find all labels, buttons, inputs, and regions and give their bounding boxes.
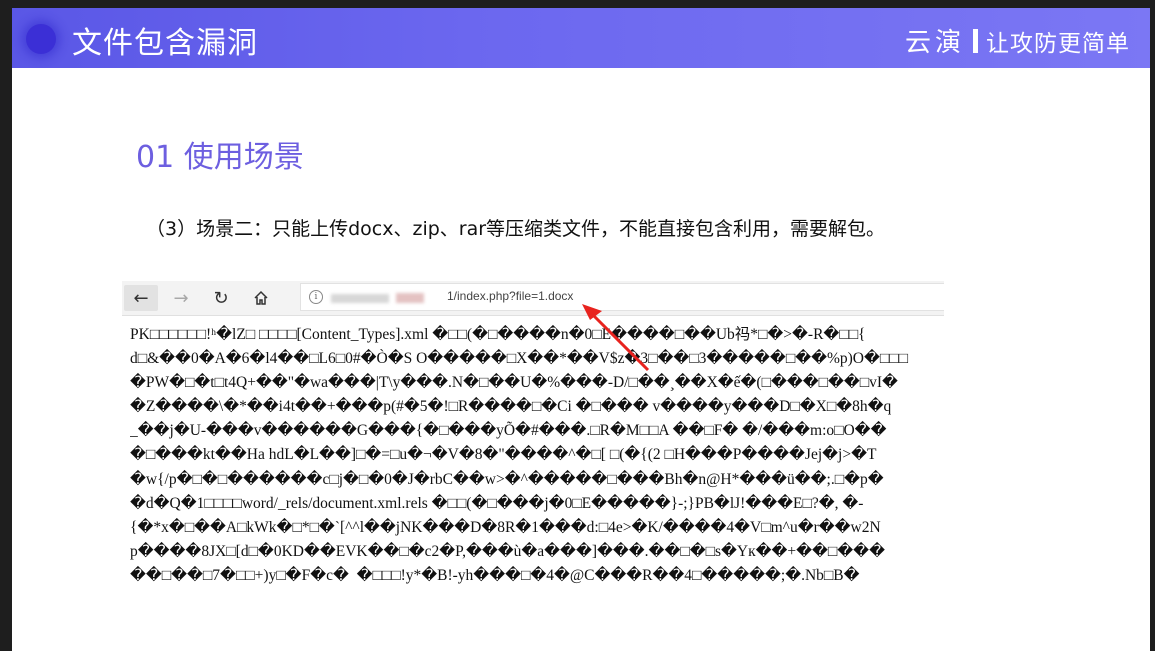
content-line: �□���kt��Ha hdL�L��]□�=□u�¬�V�8�"����^�□… bbox=[130, 446, 877, 464]
section-title: 01 使用场景 bbox=[136, 140, 304, 175]
content-line: p����8JX□[d□�0KD��EVK��□�c2�P,���ù�a���]… bbox=[130, 542, 885, 560]
forward-arrow-icon[interactable]: → bbox=[164, 285, 198, 311]
header-dot-icon bbox=[26, 24, 56, 54]
address-bar[interactable]: i 1/index.php?file=1.docx bbox=[300, 283, 944, 311]
content-line: PK□□□□□□!ʰ�lZ□ □□□□[Content_Types].xml �… bbox=[130, 326, 866, 343]
slide: 文件包含漏洞 云演 让攻防更简单 01 使用场景 （3）场景二：只能上传docx… bbox=[12, 8, 1150, 651]
content-line: d□&��0�A�6�l4��□L6□0#�Ò�S O�����□X��*��V… bbox=[130, 350, 908, 368]
content-line: �PW�□�t□t4Q+��"�wa���|T\y���.N�□��U�%���… bbox=[130, 374, 898, 392]
redacted-host-part bbox=[396, 293, 424, 303]
content-line: �w{/p�□�□������c□j�□�0�J�rbC��w>�^�����□… bbox=[130, 470, 884, 488]
reload-icon[interactable]: ↻ bbox=[204, 285, 238, 311]
content-line: ��□��□7�□□+)y□�F�c� �□□□!y*�B!-yh���□�4�… bbox=[130, 566, 860, 584]
content-line: _��j�U-���v������G���{�□���yÕ�#���.□R�M□… bbox=[130, 422, 887, 440]
back-arrow-icon[interactable]: ← bbox=[124, 285, 158, 311]
page-content: PK□□□□□□!ʰ�lZ□ □□□□[Content_Types].xml �… bbox=[130, 323, 944, 588]
brand-divider bbox=[973, 28, 978, 53]
slide-header: 文件包含漏洞 云演 让攻防更简单 bbox=[12, 8, 1150, 68]
content-line: �d�Q�1□□□□word/_rels/document.xml.rels �… bbox=[130, 494, 864, 512]
slide-title: 文件包含漏洞 bbox=[72, 26, 258, 61]
brand-name: 云演 bbox=[904, 28, 965, 58]
content-line: �Z����\�*��i4t��+���p(#�5�!□R����□�Ci �□… bbox=[130, 398, 892, 416]
redacted-host bbox=[331, 294, 389, 303]
body-text: （3）场景二：只能上传docx、zip、rar等压缩类文件，不能直接包含利用，需… bbox=[146, 218, 886, 240]
content-line: {�*x�□��A□kWk�□*□�`[^^l��jNK���D�8R�1���… bbox=[130, 518, 881, 536]
url-text[interactable]: 1/index.php?file=1.docx bbox=[447, 289, 573, 303]
browser-toolbar: ← → ↻ i 1/index.php?file=1.docx bbox=[122, 281, 944, 316]
info-icon[interactable]: i bbox=[309, 290, 323, 304]
brand-slogan: 让攻防更简单 bbox=[986, 30, 1130, 57]
brand: 云演 让攻防更简单 bbox=[905, 22, 1130, 59]
browser-screenshot: ← → ↻ i 1/index.php?file=1.docx PK□□□□□□… bbox=[122, 281, 944, 593]
home-icon[interactable] bbox=[244, 285, 278, 311]
